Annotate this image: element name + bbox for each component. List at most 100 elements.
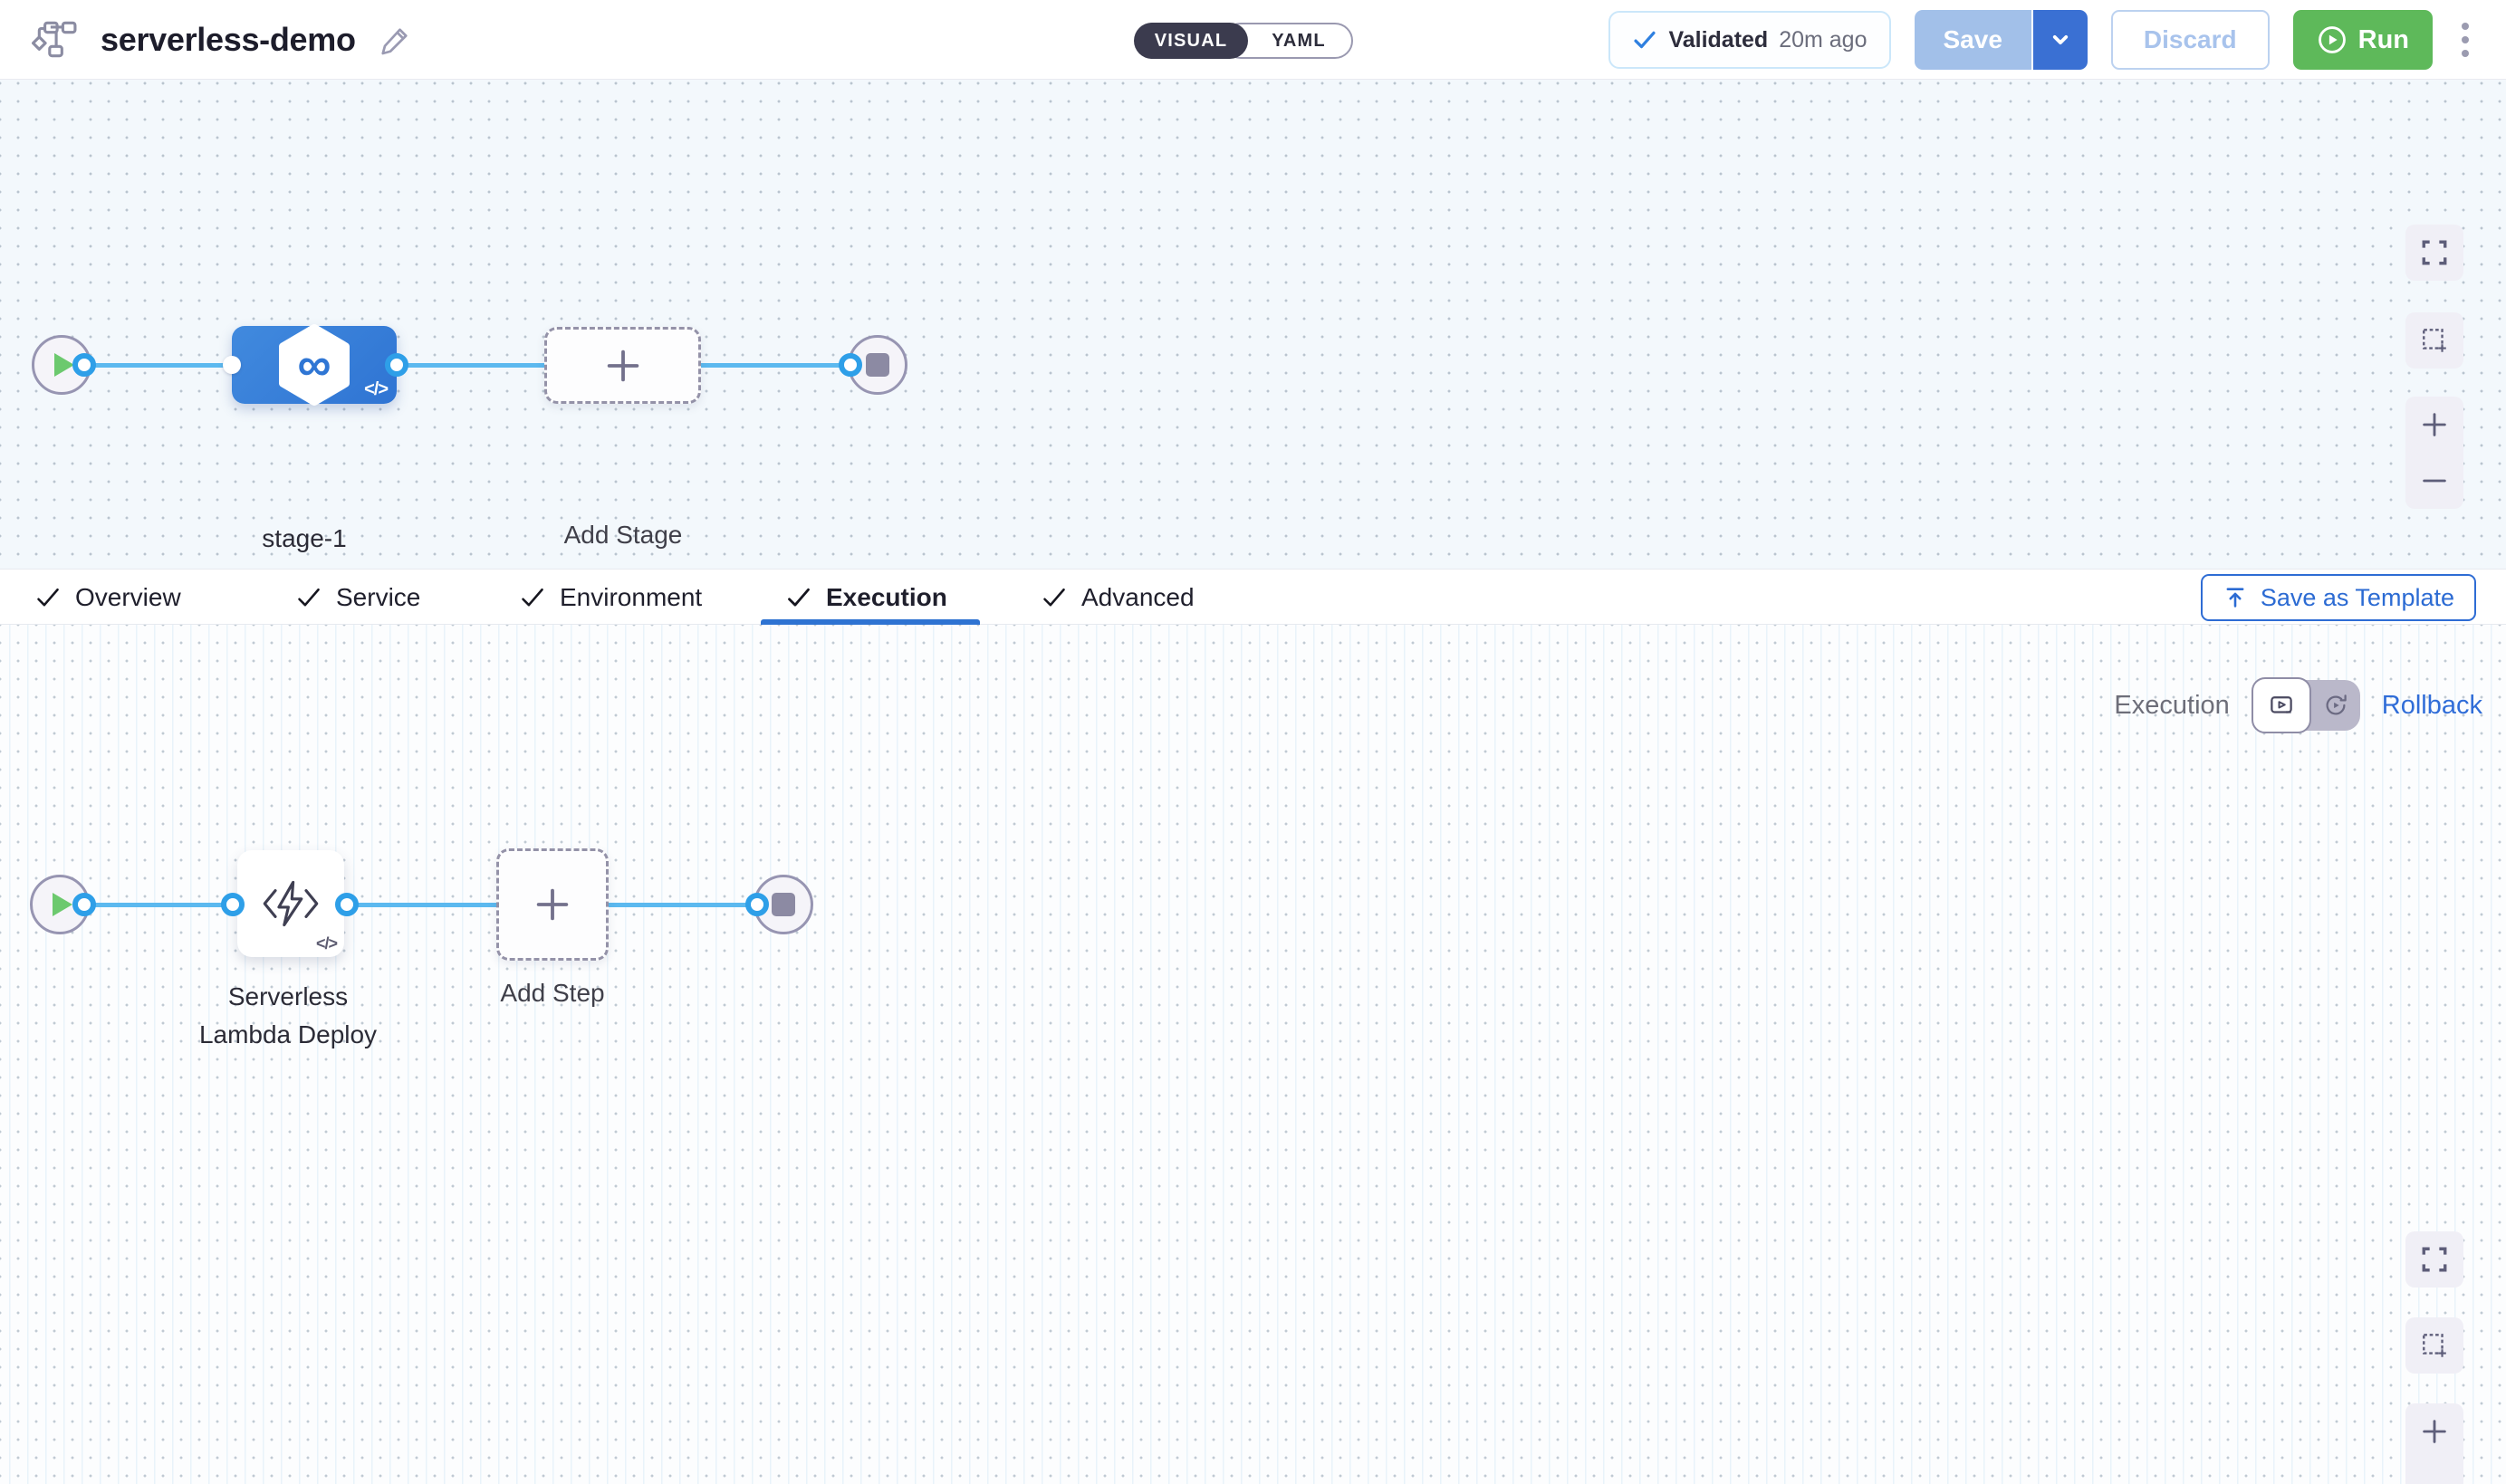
visual-yaml-toggle: VISUAL YAML [1134, 23, 1353, 59]
header-actions: Validated 20m ago Save Discard Run [1608, 0, 2474, 80]
validated-label: Validated [1668, 27, 1768, 53]
code-icon: </> [316, 934, 337, 953]
plus-icon [532, 884, 573, 925]
chevron-down-icon [2047, 26, 2074, 53]
stage-canvas[interactable]: ∞ </> stage-1 Add Stage [0, 80, 2506, 569]
execution-mode-label: Execution [2114, 691, 2229, 721]
canvas-fullscreen-button[interactable] [2405, 225, 2463, 281]
tab-service[interactable]: Service [296, 570, 420, 626]
serverless-deploy-step-node[interactable]: </> [237, 850, 344, 957]
tab-label: Overview [75, 583, 181, 612]
zoom-in-icon [2419, 409, 2450, 440]
execution-mode-button[interactable] [2252, 677, 2311, 733]
deploy-stage-icon: ∞ [276, 323, 352, 407]
step-edge [60, 903, 783, 907]
zoom-in-icon [2419, 1416, 2450, 1447]
tab-label: Environment [560, 583, 702, 612]
header-left: serverless-demo [32, 0, 412, 80]
rollback-replay-icon [2322, 692, 2349, 719]
add-step-label: Add Step [500, 974, 604, 1012]
more-options-button[interactable] [2456, 17, 2474, 62]
zoom-out-icon [2419, 1472, 2450, 1484]
run-button[interactable]: Run [2293, 10, 2433, 70]
canvas-fullscreen-button[interactable] [2405, 1231, 2463, 1288]
stage-in-port [223, 356, 241, 374]
pipeline-title: serverless-demo [101, 21, 356, 59]
validated-time: 20m ago [1779, 27, 1867, 53]
plus-icon [602, 345, 644, 387]
execution-mode-row: Execution Rollback [2114, 675, 2482, 735]
add-stage-button[interactable] [544, 327, 701, 404]
fullscreen-icon [2420, 238, 2449, 267]
check-icon [786, 585, 811, 610]
execution-canvas[interactable]: Execution Rollback [0, 625, 2506, 1484]
save-options-button[interactable] [2031, 10, 2088, 70]
save-as-template-button[interactable]: Save as Template [2201, 574, 2476, 621]
upload-icon [2223, 585, 2248, 610]
validated-badge[interactable]: Validated 20m ago [1608, 11, 1890, 69]
zoom-in-button[interactable] [2405, 397, 2463, 453]
tab-execution[interactable]: Execution [786, 570, 947, 626]
zoom-in-button[interactable] [2405, 1403, 2463, 1460]
tab-advanced[interactable]: Advanced [1042, 570, 1195, 626]
marquee-select-icon [2420, 1331, 2449, 1360]
end-in-port [745, 893, 769, 916]
pipeline-studio: serverless-demo VISUAL YAML Validated 20… [0, 0, 2506, 1484]
stage-out-port [385, 353, 408, 377]
step-out-port [335, 893, 359, 916]
zoom-out-icon [2419, 465, 2450, 496]
discard-button[interactable]: Discard [2111, 10, 2270, 70]
start-play-icon [54, 353, 74, 377]
pipeline-header: serverless-demo VISUAL YAML Validated 20… [0, 0, 2506, 80]
end-in-port [839, 353, 862, 377]
tab-environment[interactable]: Environment [520, 570, 702, 626]
save-as-template-label: Save as Template [2261, 584, 2454, 612]
pencil-icon [379, 24, 412, 56]
code-icon: </> [364, 379, 388, 400]
execution-rollback-toggle [2252, 680, 2360, 731]
fullscreen-icon [2420, 1245, 2449, 1274]
save-split-button: Save [1915, 10, 2088, 70]
rollback-mode-button[interactable] [2311, 680, 2360, 731]
canvas-zoom-controls [2405, 397, 2463, 509]
check-icon [1632, 27, 1657, 53]
toggle-visual[interactable]: VISUAL [1134, 23, 1248, 59]
canvas-select-button[interactable] [2405, 312, 2463, 369]
active-tab-underline [761, 619, 980, 625]
execution-play-icon [2268, 692, 2295, 719]
serverless-lambda-icon [260, 879, 322, 928]
stage-node[interactable]: ∞ </> [232, 326, 397, 404]
run-label: Run [2358, 25, 2409, 55]
save-button[interactable]: Save [1915, 10, 2031, 70]
stop-icon [866, 353, 889, 377]
add-step-button[interactable] [496, 848, 609, 961]
start-out-port [72, 353, 96, 377]
edit-title-button[interactable] [379, 24, 412, 56]
add-stage-label: Add Stage [564, 516, 683, 554]
zoom-out-button[interactable] [2405, 1460, 2463, 1484]
stop-icon [772, 893, 795, 916]
start-play-icon [53, 893, 72, 916]
zoom-out-button[interactable] [2405, 453, 2463, 509]
canvas-select-button[interactable] [2405, 1317, 2463, 1374]
stage-config-tabs: Overview Service Environment Execution A… [0, 569, 2506, 625]
check-icon [35, 585, 61, 610]
marquee-select-icon [2420, 326, 2449, 355]
tab-overview[interactable]: Overview [35, 570, 181, 626]
start-out-port [72, 893, 96, 916]
svg-text:∞: ∞ [297, 339, 331, 391]
run-play-icon [2317, 24, 2348, 55]
tab-label: Service [336, 583, 420, 612]
tab-label: Execution [826, 583, 947, 612]
rollback-link[interactable]: Rollback [2382, 691, 2482, 721]
step-in-port [221, 893, 245, 916]
check-icon [1042, 585, 1067, 610]
stage-label: stage-1 [262, 520, 346, 558]
tab-label: Advanced [1081, 583, 1195, 612]
pipeline-icon [32, 21, 77, 59]
check-icon [520, 585, 545, 610]
step-label: Serverless Lambda Deploy [199, 978, 377, 1054]
stage-edge [62, 363, 878, 368]
canvas-zoom-controls [2405, 1403, 2463, 1484]
check-icon [296, 585, 322, 610]
